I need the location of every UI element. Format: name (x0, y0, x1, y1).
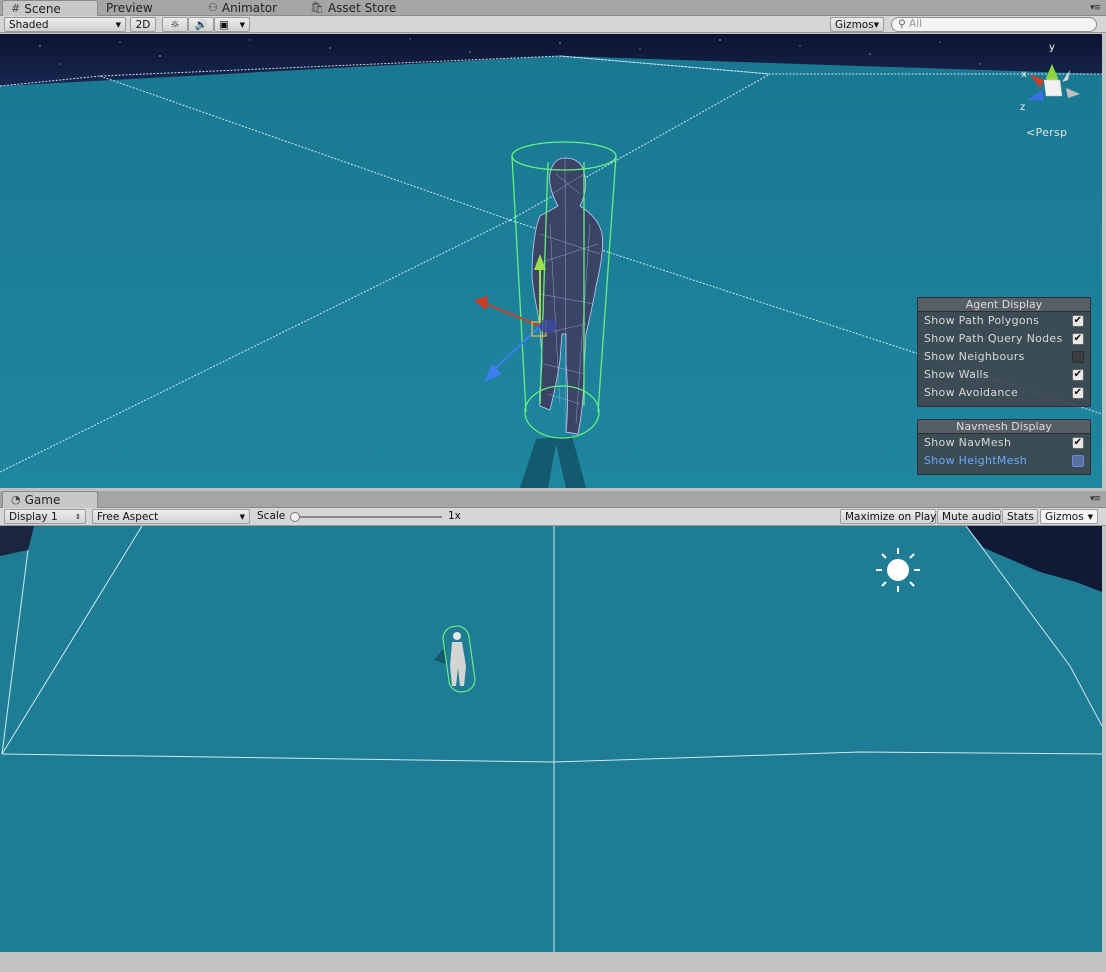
chevron-down-icon: ▼ (239, 513, 245, 521)
aspect-value: Free Aspect (97, 511, 159, 523)
checkbox-checked[interactable]: ✔ (1072, 315, 1084, 327)
scene-toolbar: Shaded ▼ 2D ☼ 🔊 ▣ ▼ Gizmos ▼ ⚲ All (0, 16, 1106, 33)
navmesh-display-panel: Navmesh Display Show NavMesh ✔ Show Heig… (917, 419, 1091, 475)
agent-option-neighbours[interactable]: Show Neighbours (918, 348, 1090, 366)
game-toolbar: Display 1 ⇕ Free Aspect ▼ Scale 1x Maxim… (0, 508, 1106, 526)
mute-label: Mute audio (942, 511, 1001, 523)
game-gizmos-dropdown[interactable]: Gizmos ▼ (1040, 509, 1098, 524)
checkbox-checked[interactable]: ✔ (1072, 369, 1084, 381)
checkbox-unchecked[interactable] (1072, 351, 1084, 363)
option-label: Show NavMesh (924, 436, 1012, 449)
agent-display-panel: Agent Display Show Path Polygons ✔ Show … (917, 297, 1091, 407)
tab-scene[interactable]: # Scene (2, 0, 98, 16)
gizmos-label: Gizmos (835, 19, 874, 31)
lighting-toggle-button[interactable]: ☼ (162, 17, 188, 32)
option-label: Show Path Polygons (924, 314, 1040, 327)
stats-label: Stats (1007, 511, 1034, 523)
animator-icon: ⚇ (208, 1, 218, 14)
mute-audio-toggle[interactable]: Mute audio (937, 509, 1001, 524)
gizmos-dropdown[interactable]: Gizmos ▼ (830, 17, 884, 32)
search-placeholder: All (909, 18, 923, 30)
game-ground (0, 526, 1102, 952)
projection-toggle[interactable]: <Persp (1026, 126, 1067, 139)
checkbox-checked[interactable]: ✔ (1072, 333, 1084, 345)
scene-tab-strip: # Scene Preview ⚇ Animator 🛍 Asset Store… (0, 0, 1106, 16)
chevron-updown-icon: ⇕ (75, 513, 81, 521)
option-label: Show Avoidance (924, 386, 1019, 399)
tab-game[interactable]: ◔ Game (2, 491, 98, 508)
gizmos-label: Gizmos (1045, 511, 1084, 523)
chevron-down-icon: ▼ (115, 21, 121, 29)
tab-preview[interactable]: Preview (98, 0, 161, 16)
toggle-2d-button[interactable]: 2D (130, 17, 156, 32)
agent-option-path-polygons[interactable]: Show Path Polygons ✔ (918, 312, 1090, 330)
game-tab-strip: ◔ Game ▾≡ (0, 491, 1106, 508)
tab-scene-label: Scene (24, 1, 61, 16)
toggle-2d-label: 2D (135, 19, 151, 31)
display-value: Display 1 (9, 511, 58, 523)
audio-toggle-button[interactable]: 🔊 (188, 17, 214, 32)
tab-animator-label: Animator (221, 1, 278, 15)
speaker-icon: 🔊 (194, 19, 208, 31)
image-icon: ▣ (219, 19, 229, 31)
option-label: Show Walls (924, 368, 989, 381)
scale-label: Scale (257, 510, 286, 522)
axis-label-x: x (1021, 69, 1027, 80)
navmesh-option-show-navmesh[interactable]: Show NavMesh ✔ (918, 434, 1090, 452)
store-icon: 🛍 (310, 1, 324, 14)
scale-slider-track[interactable] (294, 516, 442, 518)
tab-asset-store[interactable]: 🛍 Asset Store (302, 0, 404, 16)
tab-preview-label: Preview (106, 1, 153, 15)
option-label: Show Path Query Nodes (924, 332, 1063, 345)
persp-arrow-icon: < (1026, 126, 1036, 139)
draw-mode-value: Shaded (9, 19, 49, 31)
maximize-on-play-toggle[interactable]: Maximize on Play (840, 509, 936, 524)
projection-label: Persp (1035, 126, 1068, 139)
editor-footer (0, 952, 1106, 972)
stats-toggle[interactable]: Stats (1002, 509, 1038, 524)
sun-icon: ☼ (170, 19, 180, 31)
agent-option-path-query-nodes[interactable]: Show Path Query Nodes ✔ (918, 330, 1090, 348)
chevron-down-icon: ▼ (873, 21, 879, 29)
chevron-down-icon: ▼ (239, 21, 245, 29)
chevron-down-icon: ▼ (1087, 513, 1093, 521)
checkbox-checked[interactable]: ✔ (1072, 387, 1084, 399)
scale-value: 1x (448, 510, 461, 522)
tab-animator[interactable]: ⚇ Animator (200, 0, 285, 16)
agent-display-title: Agent Display (918, 298, 1090, 312)
search-icon: ⚲ (898, 18, 906, 30)
tab-game-label: Game (24, 493, 61, 507)
panel-menu-icon[interactable]: ▾≡ (1090, 494, 1101, 504)
game-pacman-icon: ◔ (11, 493, 21, 506)
tab-asset-store-label: Asset Store (327, 1, 397, 15)
game-viewport[interactable] (0, 526, 1102, 952)
draw-mode-dropdown[interactable]: Shaded ▼ (4, 17, 126, 32)
navmesh-display-title: Navmesh Display (918, 420, 1090, 434)
aspect-dropdown[interactable]: Free Aspect ▼ (92, 509, 250, 524)
display-dropdown[interactable]: Display 1 ⇕ (4, 509, 86, 524)
unity-editor: # Scene Preview ⚇ Animator 🛍 Asset Store… (0, 0, 1106, 972)
game-canvas (0, 526, 1102, 952)
agent-option-walls[interactable]: Show Walls ✔ (918, 366, 1090, 384)
checkbox-checked[interactable]: ✔ (1072, 437, 1084, 449)
scene-viewport[interactable]: y x z <Persp Agent Display Show Path Pol… (0, 34, 1102, 488)
maximize-label: Maximize on Play (845, 511, 937, 523)
option-label: Show Neighbours (924, 350, 1025, 363)
option-label: Show HeightMesh (924, 454, 1028, 467)
checkbox-unchecked[interactable] (1072, 455, 1084, 467)
panel-menu-icon[interactable]: ▾≡ (1090, 3, 1101, 13)
axis-label-z: z (1020, 102, 1025, 113)
axis-label-y: y (1049, 42, 1055, 53)
scene-search-input[interactable]: ⚲ All (891, 17, 1097, 32)
scene-hash-icon: # (11, 1, 21, 15)
navmesh-option-show-heightmesh[interactable]: Show HeightMesh (918, 452, 1090, 470)
agent-option-avoidance[interactable]: Show Avoidance ✔ (918, 384, 1090, 402)
scale-slider-knob[interactable] (290, 512, 300, 522)
effects-dropdown[interactable]: ▣ ▼ (214, 17, 250, 32)
